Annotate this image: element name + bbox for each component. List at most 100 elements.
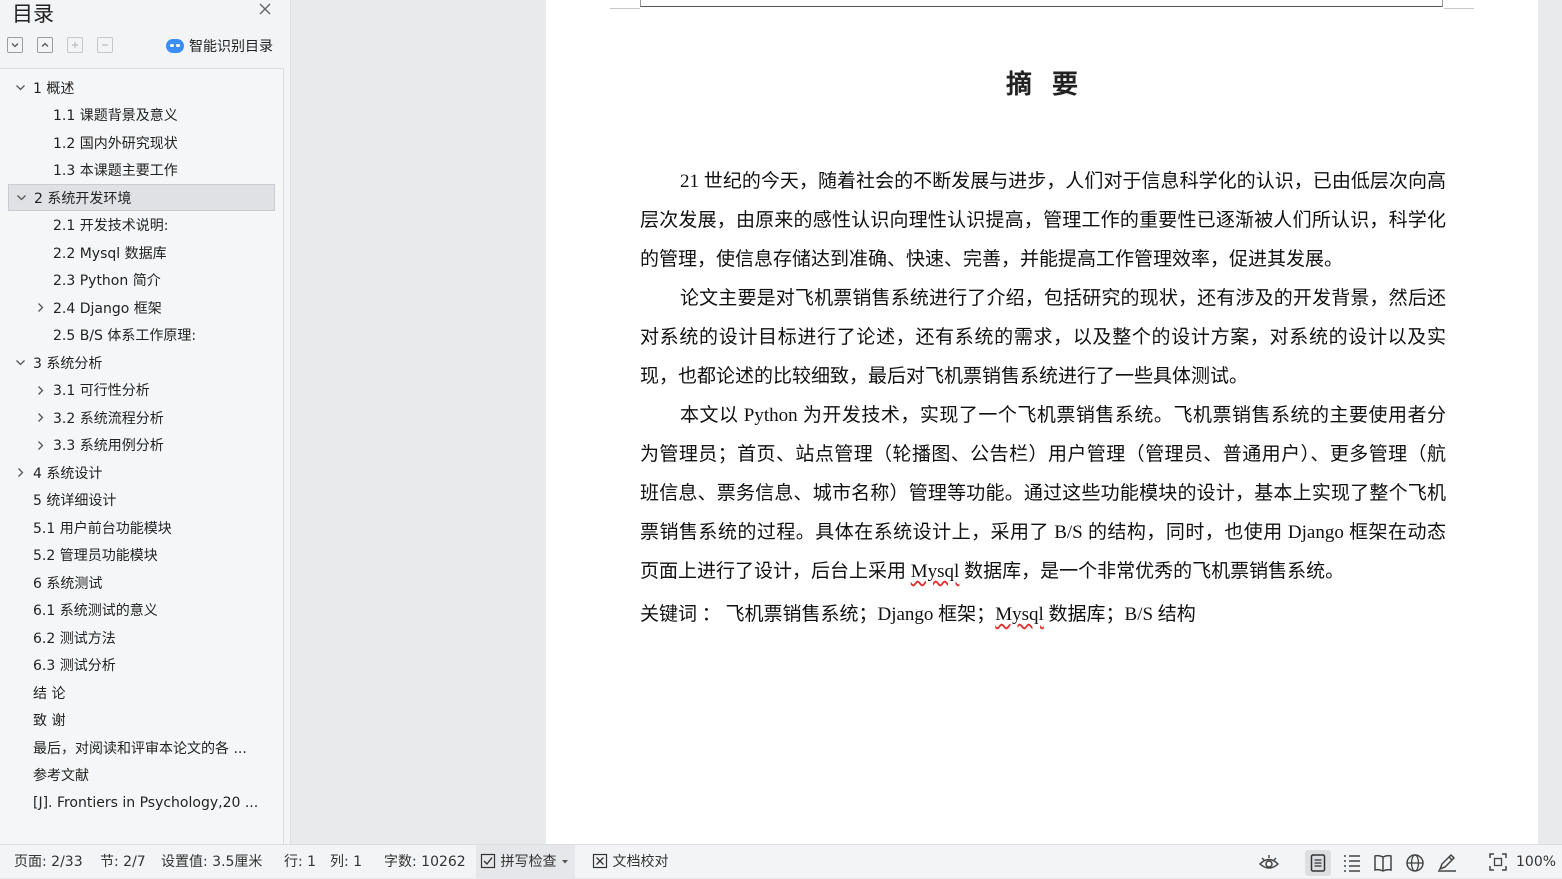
toc-item-label: [J]. Frontiers in Psychology,20 ... xyxy=(33,794,259,811)
toc-item-label: 2.4 Django 框架 xyxy=(53,300,162,317)
outline-view-icon[interactable] xyxy=(1342,853,1362,873)
smart-toc-button[interactable]: 智能识别目录 xyxy=(166,36,273,56)
chevron-right-icon[interactable] xyxy=(34,439,46,451)
toc-item[interactable]: 1.1 课题背景及意义 xyxy=(8,102,275,129)
toc-item[interactable]: 6.3 测试分析 xyxy=(8,652,275,679)
row-indicator[interactable]: 行: 1 xyxy=(284,845,316,879)
toc-item[interactable]: 2.4 Django 框架 xyxy=(8,294,275,321)
document-heading: 摘要 xyxy=(1005,70,1098,100)
caret-down-icon xyxy=(561,860,568,864)
toc-item-label: 参考文献 xyxy=(33,768,89,784)
write-mode-icon[interactable] xyxy=(1436,853,1456,873)
toc-item[interactable]: 3.2 系统流程分析 xyxy=(8,404,275,431)
page-view-icon[interactable] xyxy=(1305,850,1331,876)
toc-item[interactable]: 最后，对阅读和评审本论文的各 ... xyxy=(8,734,275,761)
toc-item[interactable]: 1 概述 xyxy=(8,74,275,101)
toc-panel: 目录 智能识别目录 1 概述 1.1 课题背景及意义 1.2 国内外研究现状 1.3 … xyxy=(0,0,291,844)
toc-item[interactable]: 4 系统设计 xyxy=(8,459,275,486)
toc-item-label: 3.3 系统用例分析 xyxy=(53,438,164,454)
toc-item-label: 5.2 管理员功能模块 xyxy=(33,548,158,564)
zoom-level[interactable]: 100% xyxy=(1516,845,1556,879)
toc-item-label: 5.1 用户前台功能模块 xyxy=(33,520,172,537)
reading-view-icon[interactable] xyxy=(1373,853,1393,873)
toc-item[interactable]: 2.1 开发技术说明: xyxy=(8,212,275,239)
spelling-flagged-word[interactable]: Mysql xyxy=(911,561,960,582)
section-indicator[interactable]: 节: 2/7 xyxy=(100,845,146,879)
toc-item[interactable]: 2.2 Mysql 数据库 xyxy=(8,239,275,266)
toc-item-label: 3.2 系统流程分析 xyxy=(53,410,164,427)
spellcheck-icon xyxy=(480,853,496,869)
toc-item-label: 致 谢 xyxy=(33,713,66,729)
spelling-flagged-word[interactable]: Mysql xyxy=(995,604,1044,625)
proofread-button[interactable]: 文档校对 xyxy=(592,845,668,879)
toc-item-label: 1.2 国内外研究现状 xyxy=(53,135,178,152)
setting-value[interactable]: 设置值: 3.5厘米 xyxy=(161,845,262,879)
chevron-right-icon[interactable] xyxy=(34,384,46,396)
toc-item-label: 2.1 开发技术说明: xyxy=(53,218,169,234)
add-level-icon[interactable] xyxy=(67,37,83,53)
toc-item[interactable]: 1.3 本课题主要工作 xyxy=(8,157,275,184)
document-page[interactable]: 摘要 21 世纪的今天，随着社会的不断发展与进步，人们对于信息科学化的认识，已由… xyxy=(546,0,1538,844)
toc-item[interactable]: 5.2 管理员功能模块 xyxy=(8,542,275,569)
smart-toc-label: 智能识别目录 xyxy=(189,39,273,55)
header-rule xyxy=(640,0,1443,7)
column-indicator[interactable]: 列: 1 xyxy=(330,845,362,879)
toc-item[interactable]: 5 统详细设计 xyxy=(8,487,275,514)
fit-page-icon[interactable] xyxy=(1489,853,1509,873)
paragraph-text: 数据库，是一个非常优秀的飞机票销售系统。 xyxy=(959,561,1345,582)
close-icon[interactable] xyxy=(256,2,274,20)
word-count[interactable]: 字数: 10262 xyxy=(384,845,466,879)
toc-item[interactable]: 2.3 Python 简介 xyxy=(8,267,275,294)
toc-item-label: 2.3 Python 简介 xyxy=(53,273,161,289)
expand-all-icon[interactable] xyxy=(7,37,23,53)
toc-item-label: 6.3 测试分析 xyxy=(33,658,116,674)
chevron-right-icon[interactable] xyxy=(34,302,46,314)
toc-item[interactable]: 6.2 测试方法 xyxy=(8,624,275,651)
paragraph-text: 本文以 Python 为开发技术，实现了一个飞机票销售系统。飞机票销售系统的主要… xyxy=(640,405,1446,582)
toc-item[interactable]: 3.1 可行性分析 xyxy=(8,377,275,404)
toc-item[interactable]: 1.2 国内外研究现状 xyxy=(8,129,275,156)
toc-item[interactable]: 2.5 B/S 体系工作原理: xyxy=(8,322,275,349)
proofread-icon xyxy=(592,853,608,869)
toc-item[interactable]: 3 系统分析 xyxy=(8,349,275,376)
toc-item[interactable]: 6.1 系统测试的意义 xyxy=(8,597,275,624)
document-area[interactable]: 摘要 21 世纪的今天，随着社会的不断发展与进步，人们对于信息科学化的认识，已由… xyxy=(291,0,1562,844)
toc-item-label: 2.2 Mysql 数据库 xyxy=(53,245,167,262)
toc-item-label: 6.1 系统测试的意义 xyxy=(33,603,158,619)
margin-mark xyxy=(1444,8,1474,9)
margin-mark xyxy=(610,8,640,9)
toc-item-label: 结 论 xyxy=(33,685,66,702)
collapse-all-icon[interactable] xyxy=(37,37,53,53)
remove-level-icon[interactable] xyxy=(97,37,113,53)
toc-item[interactable]: 3.3 系统用例分析 xyxy=(8,432,275,459)
keywords-text: 关键词 ： 飞机票销售系统；Django 框架； xyxy=(640,604,996,625)
toc-item[interactable]: 结 论 xyxy=(8,679,275,706)
toc-item-label: 2 系统开发环境 xyxy=(34,190,132,207)
spellcheck-button[interactable]: 拼写检查 xyxy=(476,845,575,879)
toc-item[interactable]: 2 系统开发环境 xyxy=(8,184,275,211)
paragraph: 21 世纪的今天，随着社会的不断发展与进步，人们对于信息科学化的认识，已由低层次… xyxy=(640,171,1446,270)
chevron-down-icon[interactable] xyxy=(15,192,27,204)
toc-item-label: 1.1 课题背景及意义 xyxy=(53,108,178,124)
toc-item-label: 最后，对阅读和评审本论文的各 ... xyxy=(33,740,247,757)
keywords-text: 数据库；B/S 结构 xyxy=(1043,604,1196,625)
toc-item[interactable]: 6 系统测试 xyxy=(8,569,275,596)
toc-item[interactable]: 5.1 用户前台功能模块 xyxy=(8,514,275,541)
toc-item-label: 6 系统测试 xyxy=(33,575,103,592)
toc-item[interactable]: [J]. Frontiers in Psychology,20 ... xyxy=(8,789,275,816)
proofread-label: 文档校对 xyxy=(612,854,669,870)
toc-item[interactable]: 参考文献 xyxy=(8,762,275,789)
keywords-line: 关键词 ： 飞机票销售系统；Django 框架；Mysql 数据库；B/S 结构 xyxy=(640,595,1446,634)
eye-protection-icon[interactable] xyxy=(1258,853,1280,873)
toc-item-label: 5 统详细设计 xyxy=(33,493,117,509)
toc-item-label: 6.2 测试方法 xyxy=(33,630,116,647)
page-indicator[interactable]: 页面: 2/33 xyxy=(14,845,83,879)
chevron-down-icon[interactable] xyxy=(14,357,26,369)
document-body[interactable]: 21 世纪的今天，随着社会的不断发展与进步，人们对于信息科学化的认识，已由低层次… xyxy=(640,162,1446,634)
chevron-right-icon[interactable] xyxy=(34,412,46,424)
web-view-icon[interactable] xyxy=(1405,853,1425,873)
chevron-down-icon[interactable] xyxy=(14,82,26,94)
toc-list: 1 概述 1.1 课题背景及意义 1.2 国内外研究现状 1.3 本课题主要工作 2 系… xyxy=(0,68,284,844)
toc-item[interactable]: 致 谢 xyxy=(8,707,275,734)
chevron-right-icon[interactable] xyxy=(14,467,26,479)
